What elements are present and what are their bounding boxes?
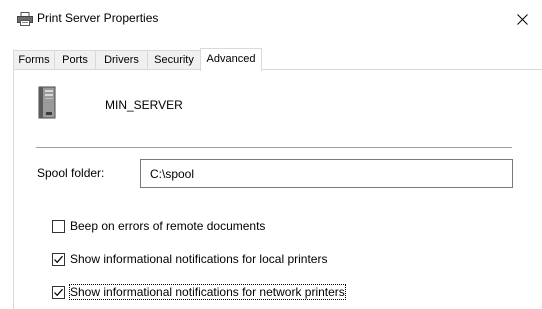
tab-security[interactable]: Security <box>147 50 201 69</box>
server-icon <box>36 86 58 120</box>
tab-page-advanced <box>13 69 542 309</box>
tab-advanced[interactable]: Advanced <box>200 48 262 71</box>
tab-forms[interactable]: Forms <box>13 50 55 69</box>
checkmark-icon <box>54 255 63 263</box>
close-button[interactable] <box>502 0 542 38</box>
spool-folder-input[interactable] <box>140 159 513 188</box>
beep-on-errors-checkbox[interactable] <box>52 219 65 233</box>
title-bar: Print Server Properties <box>0 0 542 38</box>
server-name: MIN_SERVER <box>105 98 183 112</box>
network-notifications-label: Show informational notifications for net… <box>69 284 346 300</box>
divider <box>36 147 512 148</box>
beep-on-errors-label: Beep on errors of remote documents <box>70 219 266 233</box>
checkmark-icon <box>54 288 63 296</box>
close-icon <box>516 13 528 25</box>
window-title: Print Server Properties <box>37 11 159 25</box>
local-notifications-label: Show informational notifications for loc… <box>70 252 328 266</box>
local-notifications-option[interactable]: Show informational notifications for loc… <box>52 250 327 268</box>
network-notifications-checkbox[interactable] <box>52 285 65 299</box>
network-notifications-option[interactable]: Show informational notifications for net… <box>52 283 346 301</box>
local-notifications-checkbox[interactable] <box>52 252 65 266</box>
tab-ports[interactable]: Ports <box>54 50 96 69</box>
beep-on-errors-option[interactable]: Beep on errors of remote documents <box>52 217 265 235</box>
printer-icon <box>17 12 33 26</box>
spool-folder-label: Spool folder: <box>37 166 105 180</box>
tab-drivers[interactable]: Drivers <box>95 50 148 69</box>
